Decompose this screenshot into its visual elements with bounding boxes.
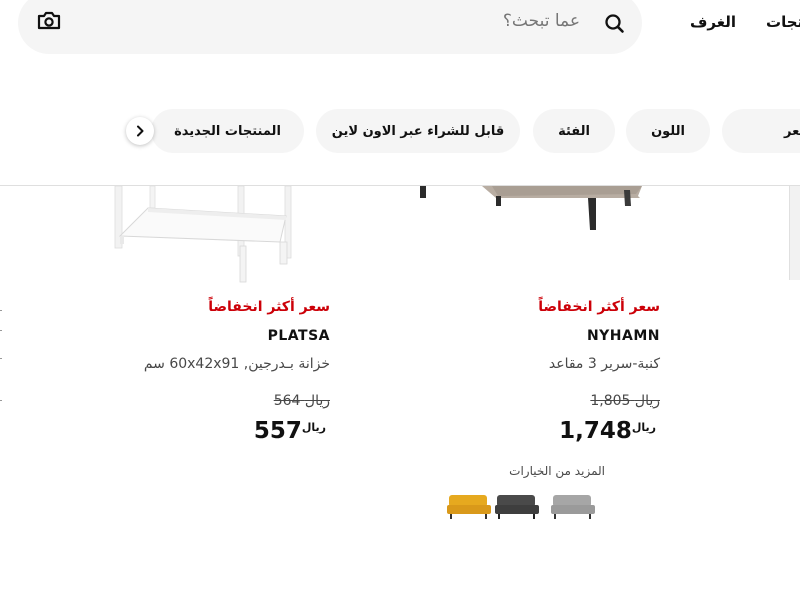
- swatch-light-grey[interactable]: [549, 491, 597, 521]
- filter-new-products-label: المنتجات الجديدة: [174, 123, 281, 139]
- search-input[interactable]: عما تبحث؟: [440, 11, 580, 31]
- filter-price-label: السعر: [784, 123, 800, 139]
- filter-online-label: قابل للشراء عبر الاون لاين: [331, 123, 505, 139]
- product-price: ريال1,748: [420, 418, 660, 444]
- price-value: 557: [253, 418, 302, 444]
- nav-rooms[interactable]: الغرف: [690, 13, 736, 31]
- product-name[interactable]: NYHAMN: [420, 328, 660, 344]
- scroll-right-button[interactable]: [126, 117, 154, 145]
- product-image-nyhamn[interactable]: [410, 186, 650, 236]
- price-value: 1,748: [559, 418, 632, 444]
- filter-category-label: الفئة: [558, 123, 590, 139]
- product-promo-label: سعر أكثر انخفاضاً: [208, 299, 330, 315]
- product-image-edge: [789, 186, 800, 280]
- old-price-value: 564: [273, 393, 301, 409]
- more-options-label[interactable]: المزيد من الخيارات: [420, 464, 605, 478]
- product-old-price: ريال 1,805: [420, 393, 660, 409]
- filter-new-products[interactable]: المنتجات الجديدة: [151, 109, 304, 153]
- product-price: ريال557: [90, 418, 330, 444]
- camera-icon[interactable]: [34, 6, 64, 36]
- old-currency: ريال: [304, 393, 330, 409]
- filter-price[interactable]: السعر: [722, 109, 800, 153]
- chevron-right-icon: [137, 125, 144, 137]
- product-description[interactable]: كنبة-سرير 3 مقاعد: [420, 356, 660, 372]
- nav-products[interactable]: المنتجات: [766, 13, 800, 31]
- product-old-price: ريال 564: [90, 393, 330, 409]
- swatch-dark-grey[interactable]: [493, 491, 541, 521]
- product-promo-label: سعر أكثر انخفاضاً: [538, 299, 660, 315]
- price-currency: ريال: [631, 421, 656, 434]
- product-name[interactable]: PLATSA: [90, 328, 330, 344]
- product-description[interactable]: خزانة بـدرجين, 60x42x91 سم: [90, 356, 330, 372]
- nav-products-label: المنتجات: [766, 13, 800, 31]
- search-icon[interactable]: [600, 9, 628, 37]
- old-currency: ريال: [634, 393, 660, 409]
- old-price-value: 1,805: [590, 393, 631, 409]
- left-edge-marks: [0, 310, 2, 401]
- product-image-platsa[interactable]: [108, 186, 298, 284]
- price-currency: ريال: [301, 421, 326, 434]
- swatch-yellow[interactable]: [445, 491, 493, 521]
- filter-color[interactable]: اللون: [626, 109, 710, 153]
- filter-online[interactable]: قابل للشراء عبر الاون لاين: [316, 109, 520, 153]
- filter-category[interactable]: الفئة: [533, 109, 615, 153]
- filter-color-label: اللون: [651, 123, 685, 139]
